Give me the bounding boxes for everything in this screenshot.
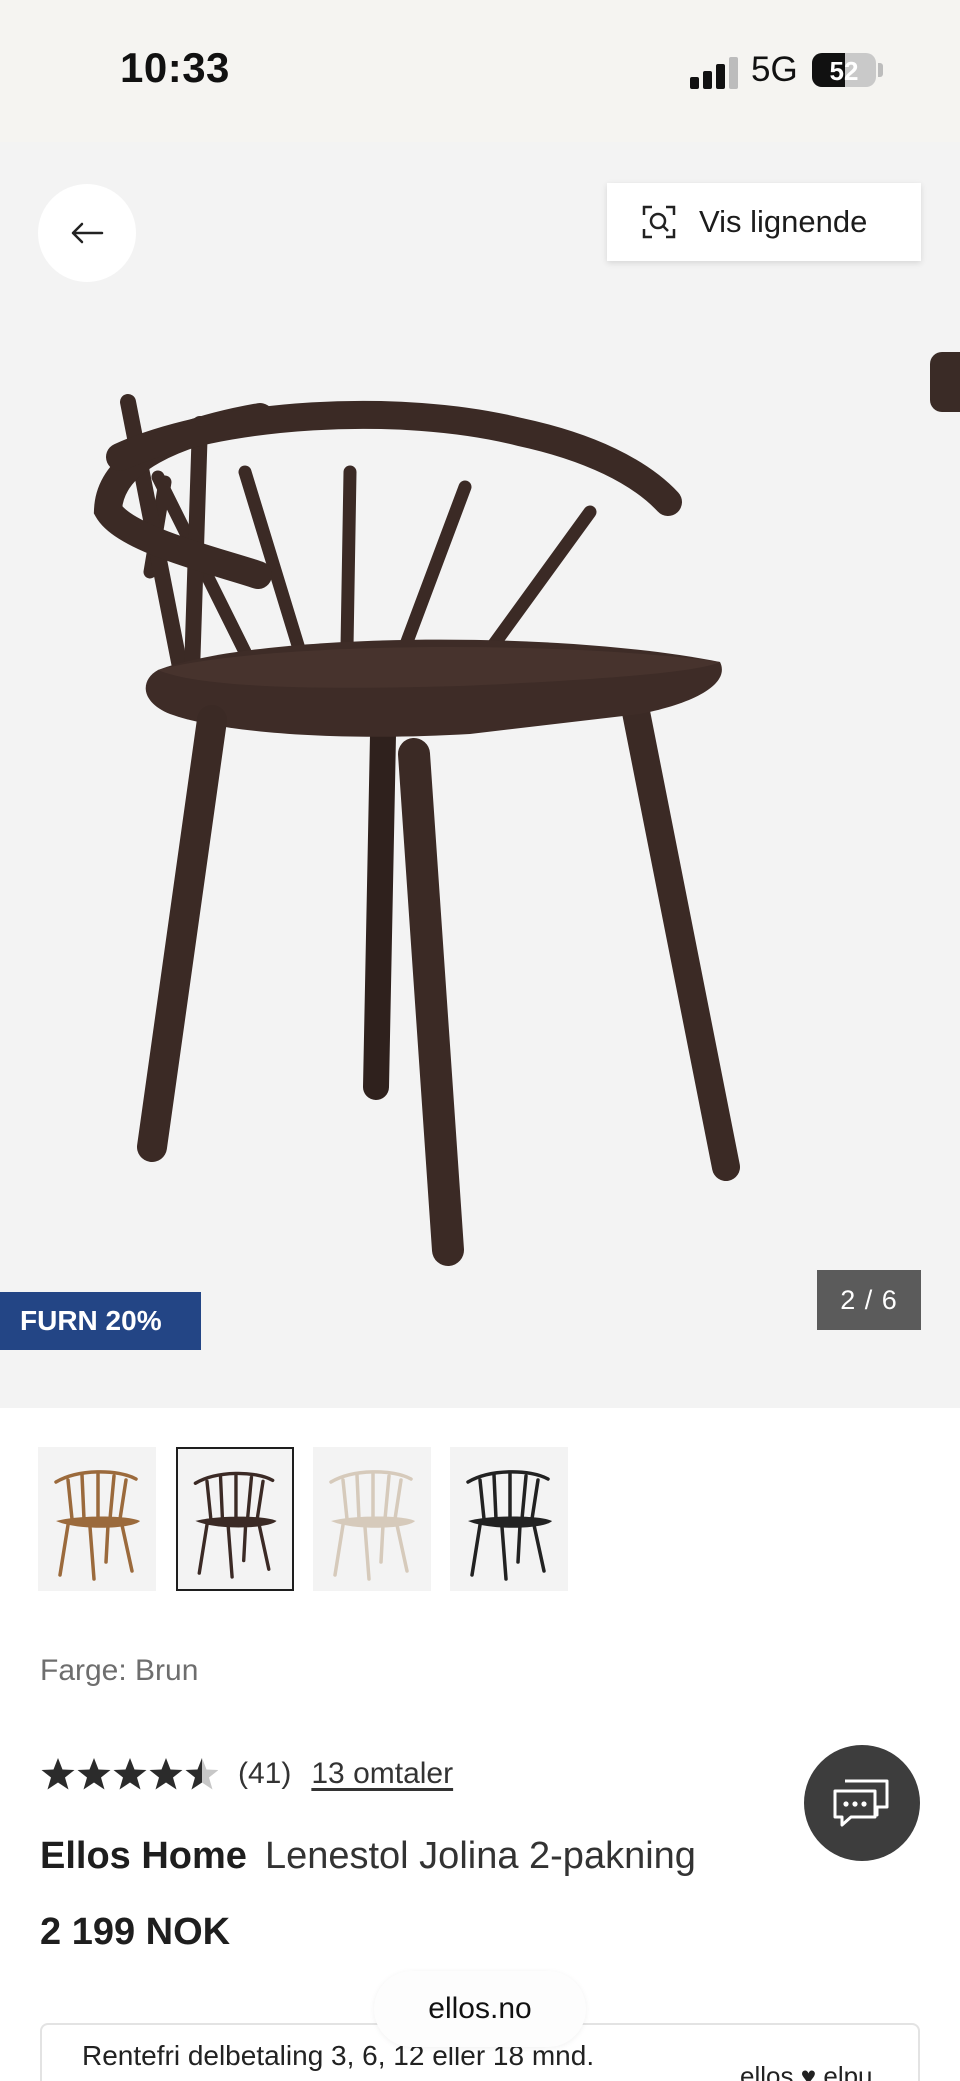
battery-tip [878, 63, 883, 77]
promo-badge: FURN 20% [0, 1292, 201, 1350]
product-name: Lenestol Jolina 2-pakning [264, 1835, 696, 1877]
network-label: 5G [751, 50, 798, 89]
star-rating [41, 1758, 218, 1790]
swatch-chair-image [54, 1470, 140, 1581]
signal-icon [690, 57, 738, 89]
browser-url-bar[interactable]: ellos.no [374, 1971, 586, 2047]
star-icon [113, 1758, 147, 1790]
chat-icon [833, 1779, 889, 1827]
back-arrow-icon [71, 222, 104, 244]
product-gallery[interactable]: Vis lignende FURN 20% 2 / 6 [0, 142, 960, 1408]
product-image [93, 394, 740, 1266]
battery-level: 52 [829, 56, 859, 86]
swatch-chair-image [193, 1471, 277, 1579]
swatch-brown-light[interactable] [38, 1447, 156, 1591]
image-counter: 2 / 6 [817, 1270, 921, 1330]
product-brand: Ellos Home [40, 1835, 247, 1877]
battery-icon: 52 [812, 53, 876, 87]
swatch-chair-image [466, 1470, 552, 1581]
back-button[interactable] [38, 184, 136, 282]
financing-logo: ellos ♥ elpu [740, 2061, 873, 2081]
swatch-chair-image [329, 1470, 415, 1581]
rating-count: (41) [238, 1757, 292, 1790]
color-label: Farge: Brun [40, 1654, 199, 1687]
rating-row: (41) 13 omtaler [40, 1752, 453, 1796]
star-icon [41, 1758, 75, 1790]
status-bar: 10:33 5G 52 [0, 0, 960, 142]
swatch-brown-dark[interactable] [176, 1447, 294, 1591]
star-icon [149, 1758, 183, 1790]
status-time: 10:33 [120, 44, 230, 91]
product-price: 2 199 NOK [40, 1911, 231, 1953]
reviews-link[interactable]: 13 omtaler [311, 1757, 453, 1791]
star-icon [77, 1758, 111, 1790]
product-title: Ellos Home Lenestol Jolina 2-pakning [40, 1835, 696, 1878]
swatch-white[interactable] [313, 1447, 431, 1591]
swatch-black[interactable] [450, 1447, 568, 1591]
chat-button[interactable] [804, 1745, 920, 1861]
visual-search-icon [642, 205, 676, 239]
visual-search-button[interactable]: Vis lignende [607, 183, 921, 261]
next-image-peek [930, 352, 960, 412]
visual-search-label: Vis lignende [699, 204, 868, 239]
